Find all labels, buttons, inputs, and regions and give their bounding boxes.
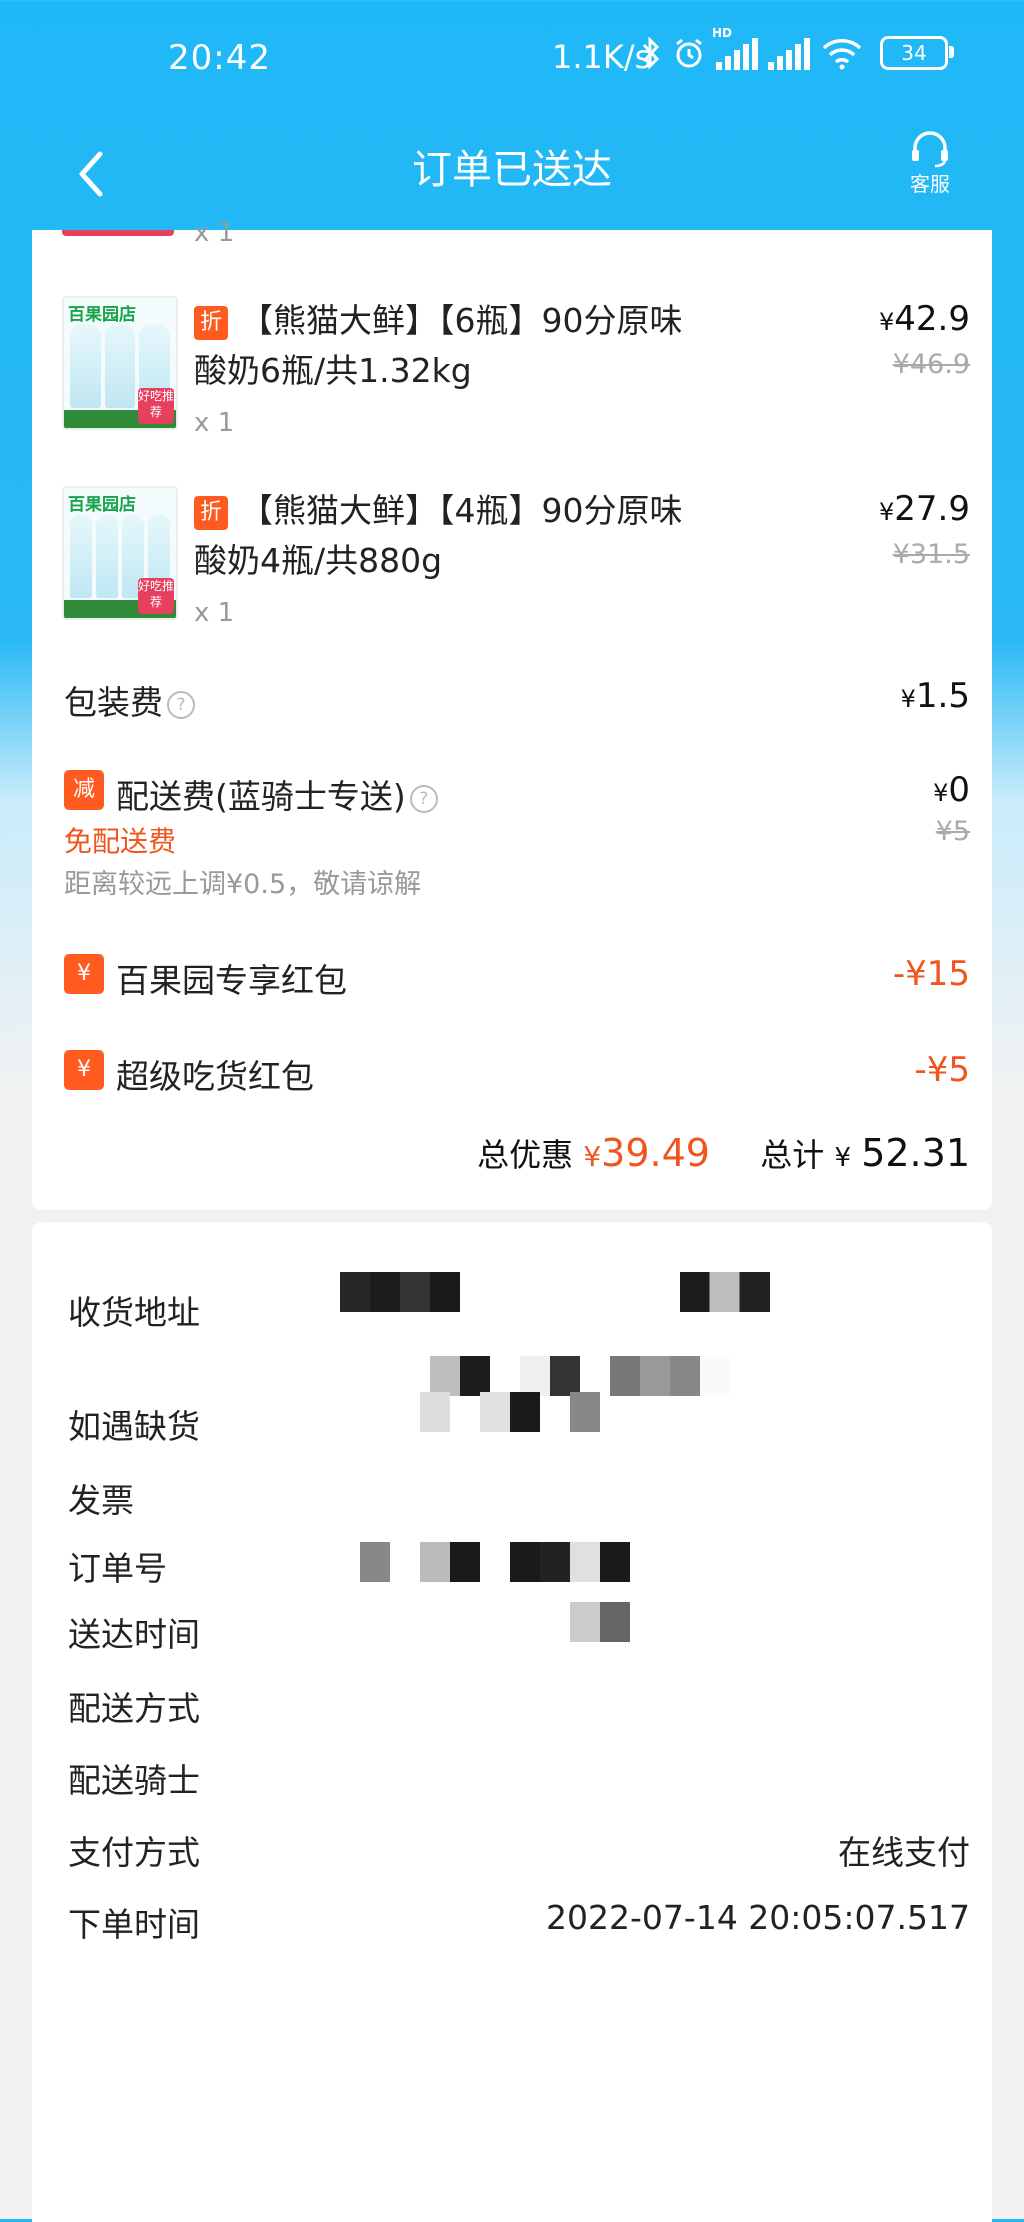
- status-time: 20:42: [168, 38, 271, 78]
- original-price: ¥46.9: [892, 349, 970, 380]
- payment-method-label: 支付方式: [68, 1833, 200, 1872]
- page-title: 订单已送达: [412, 147, 612, 193]
- signal-icon: HD: [712, 26, 758, 70]
- nav-bar: 订单已送达 客服: [0, 120, 1024, 230]
- wifi-icon: [822, 39, 862, 70]
- coupon-badge-icon: ¥: [64, 1050, 104, 1090]
- order-info-card: 收货地址 如遇缺货 发票 订单号 送达时间 配送方式 配送骑士 支付方式 在线支…: [32, 1222, 992, 2222]
- help-icon[interactable]: ?: [167, 690, 195, 719]
- coupon-label: 超级吃货红包: [116, 1057, 314, 1096]
- address-label: 收货地址: [68, 1293, 200, 1332]
- headset-icon: [912, 131, 948, 168]
- order-items-card: x 1 百果园店 好吃推荐 【熊猫大鲜】【6瓶】90分原味酸奶6瓶/共1.32k…: [32, 218, 992, 1210]
- total-discount-label: 总优惠: [477, 1136, 574, 1174]
- product-name: 【熊猫大鲜】【4瓶】90分原味酸奶4瓶/共880g: [194, 491, 683, 580]
- total-value: ¥ 52.31: [834, 1131, 970, 1175]
- delivery-fee-original: ¥5: [935, 816, 970, 847]
- product-item[interactable]: 百果园店 好吃推荐 【熊猫大鲜】【4瓶】90分原味酸奶4瓶/共880g 折 x …: [32, 486, 992, 636]
- free-delivery-note: 免配送费: [64, 825, 177, 858]
- product-brand: 百果园店: [68, 305, 136, 325]
- product-image: 百果园店 好吃推荐: [62, 296, 178, 430]
- product-item[interactable]: 百果园店 好吃推荐 【熊猫大鲜】【6瓶】90分原味酸奶6瓶/共1.32kg 折 …: [32, 296, 992, 446]
- price-value: 27.9: [894, 489, 970, 529]
- cut-off-qty: x 1: [194, 218, 235, 248]
- product-price: ¥42.9 ¥46.9: [879, 296, 970, 385]
- coupon-value: -¥15: [892, 954, 970, 994]
- delivered-time-redacted: [570, 1602, 630, 1642]
- discount-badge: 折: [194, 306, 228, 340]
- status-bar: 20:42 1.1K/s HD 34: [0, 0, 1024, 120]
- payment-method-value: 在线支付: [838, 1833, 970, 1872]
- coupon-badge-icon: ¥: [64, 954, 104, 994]
- order-total: 总优惠 ¥39.49 总计 ¥ 52.31: [477, 1130, 970, 1176]
- delivery-fee-label: 配送费(蓝骑士专送): [116, 777, 406, 816]
- product-tag: 好吃推荐: [138, 388, 174, 424]
- signal-icon-2: [768, 38, 810, 70]
- order-time-value: 2022-07-14 20:05:07.517: [546, 1898, 970, 1937]
- network-speed: 1.1K/s: [552, 38, 652, 76]
- alarm-icon: [676, 38, 702, 68]
- reduction-badge: 减: [64, 770, 104, 810]
- hd-label: HD: [712, 26, 733, 40]
- help-icon[interactable]: ?: [409, 784, 438, 813]
- packaging-fee-value: ¥1.5: [900, 676, 970, 716]
- distance-note: 距离较远上调¥0.5，敬请谅解: [64, 869, 422, 900]
- customer-service-button[interactable]: 客服: [900, 128, 960, 197]
- price-value: 42.9: [894, 299, 970, 339]
- discount-badge: 折: [194, 496, 228, 530]
- order-time-label: 下单时间: [68, 1905, 200, 1944]
- invoice-label: 发票: [68, 1481, 134, 1520]
- price-symbol: ¥: [879, 308, 895, 336]
- packaging-fee-label: 包装费: [64, 683, 163, 722]
- order-number-label: 订单号: [68, 1549, 167, 1588]
- battery-icon: 34: [880, 36, 954, 70]
- coupon-value: -¥5: [914, 1050, 970, 1090]
- product-tag: 好吃推荐: [138, 578, 174, 614]
- battery-level: 34: [901, 41, 927, 65]
- status-icons: HD 34: [640, 26, 954, 70]
- delivered-time-label: 送达时间: [68, 1615, 200, 1654]
- cut-off-item: [62, 230, 174, 236]
- rider-label: 配送骑士: [68, 1761, 200, 1800]
- out-of-stock-label: 如遇缺货: [68, 1407, 200, 1446]
- product-brand: 百果园店: [68, 495, 136, 515]
- total-discount-value: ¥39.49: [583, 1131, 710, 1175]
- product-image: 百果园店 好吃推荐: [62, 486, 178, 620]
- coupon-label: 百果园专享红包: [116, 961, 347, 1000]
- product-qty: x 1: [194, 408, 235, 438]
- product-qty: x 1: [194, 598, 235, 628]
- price-symbol: ¥: [879, 498, 895, 526]
- original-price: ¥31.5: [892, 539, 970, 570]
- product-price: ¥27.9 ¥31.5: [879, 486, 970, 575]
- bluetooth-icon: [642, 36, 660, 70]
- customer-service-label: 客服: [910, 172, 950, 196]
- delivery-fee-value: ¥0: [933, 770, 970, 810]
- delivery-method-label: 配送方式: [68, 1689, 200, 1728]
- product-name: 【熊猫大鲜】【6瓶】90分原味酸奶6瓶/共1.32kg: [194, 301, 683, 390]
- total-label: 总计: [760, 1136, 825, 1174]
